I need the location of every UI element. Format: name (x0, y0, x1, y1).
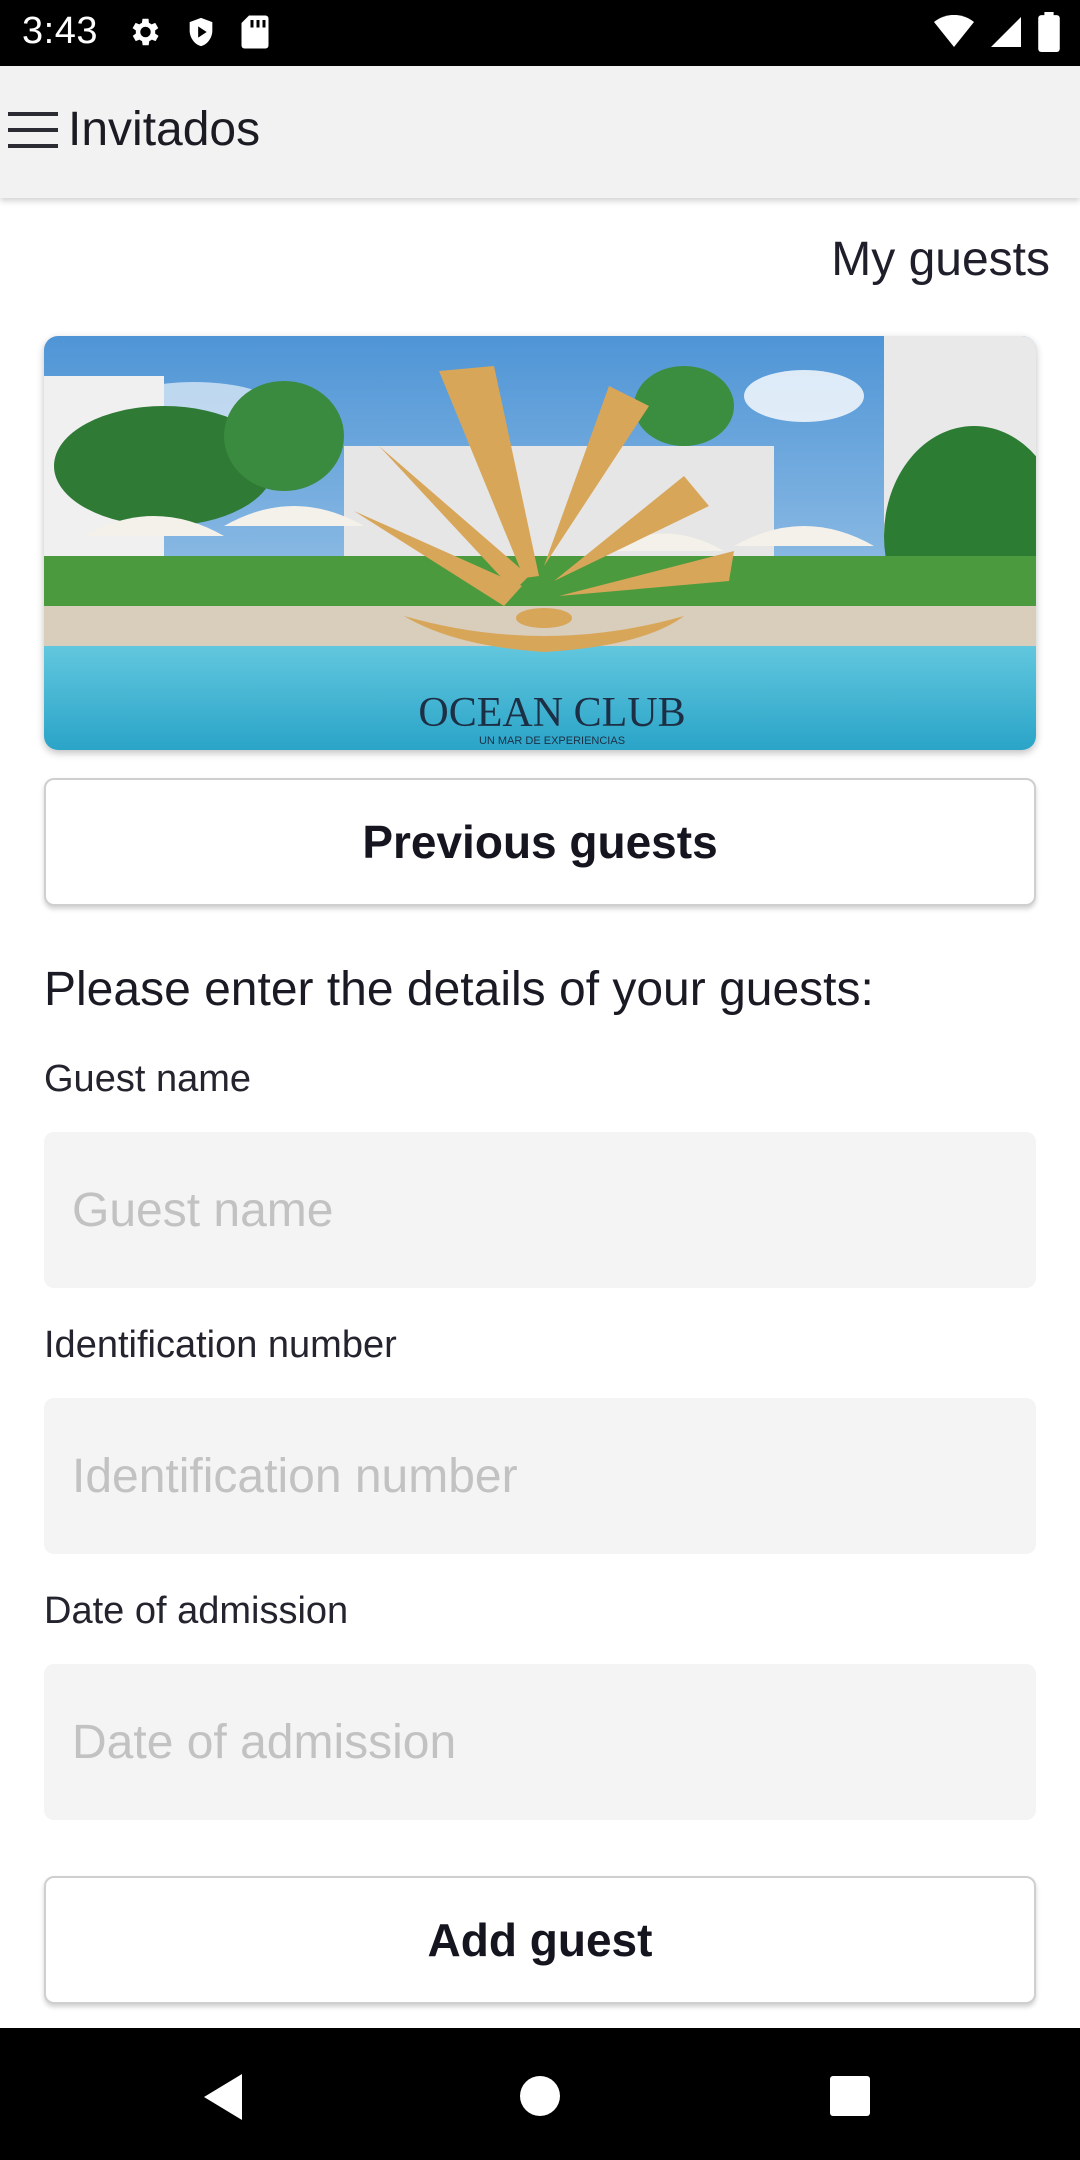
form-prompt: Please enter the details of your guests: (44, 963, 874, 1016)
date-of-admission-input[interactable] (44, 1664, 1036, 1820)
page-title: My guests (831, 233, 1050, 286)
ocean-club-banner: OCEAN CLUB UN MAR DE EXPERIENCIAS (44, 336, 1036, 750)
status-time: 3:43 (22, 10, 98, 52)
sd-card-icon (241, 15, 269, 49)
banner-brand: OCEAN CLUB (418, 690, 685, 736)
gear-icon (132, 18, 159, 46)
signal-icon (991, 17, 1021, 47)
identification-number-label: Identification number (44, 1324, 397, 1366)
identification-number-input[interactable] (44, 1398, 1036, 1554)
battery-icon (1038, 12, 1060, 52)
shield-icon (189, 17, 213, 47)
wifi-icon (934, 15, 974, 47)
home-icon[interactable] (518, 2074, 562, 2118)
app-bar: Invitados (0, 66, 1080, 198)
date-of-admission-label: Date of admission (44, 1590, 349, 1632)
guest-name-label: Guest name (44, 1058, 251, 1100)
previous-guests-button[interactable]: Previous guests (44, 778, 1036, 906)
back-icon[interactable] (200, 2072, 246, 2122)
banner-tagline: UN MAR DE EXPERIENCIAS (479, 735, 625, 747)
add-guest-button[interactable]: Add guest (44, 1876, 1036, 2004)
recents-icon[interactable] (828, 2074, 872, 2118)
app-title: Invitados (68, 103, 261, 156)
hamburger-menu-icon[interactable] (6, 108, 60, 152)
guest-name-input[interactable] (44, 1132, 1036, 1288)
system-nav-bar (0, 2028, 1080, 2160)
status-bar: 3:43 (0, 0, 1080, 66)
